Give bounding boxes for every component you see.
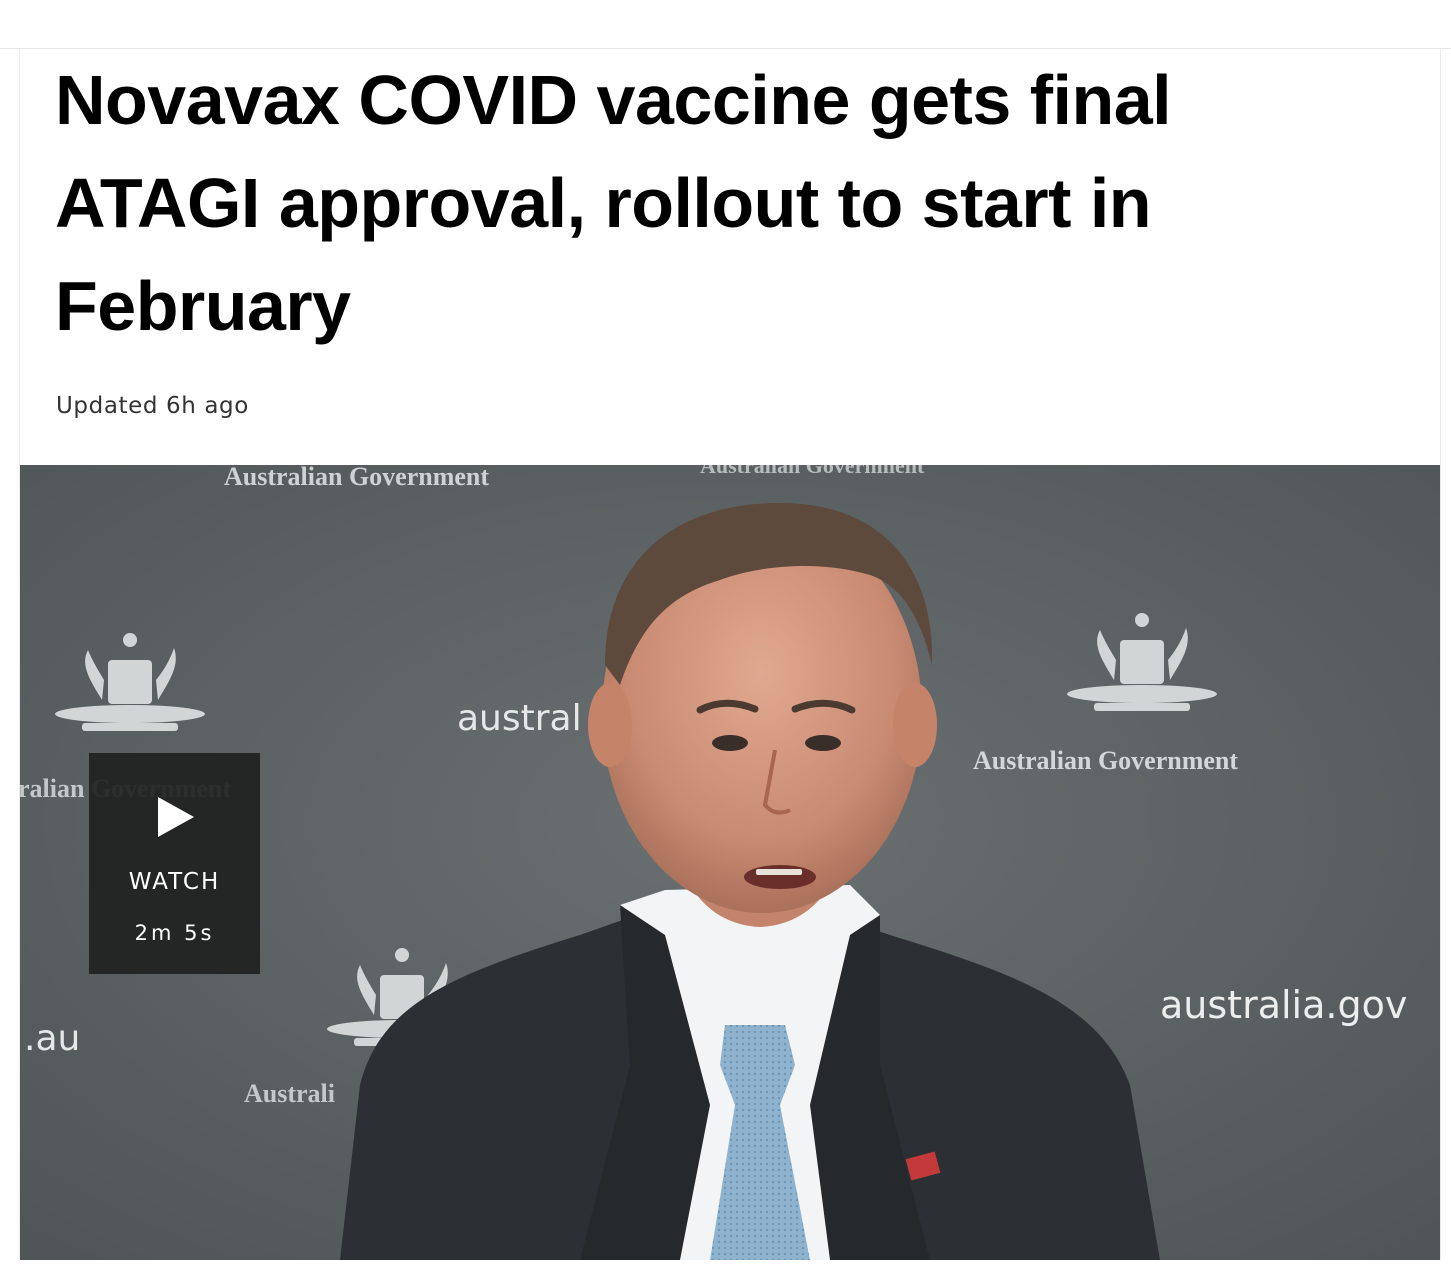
backdrop-web-text: australia.gov	[1160, 983, 1407, 1027]
video-player[interactable]: Australian Government Australian Governm…	[20, 465, 1440, 1260]
top-bar	[0, 0, 1451, 49]
watch-label: WATCH	[128, 869, 221, 895]
updated-timestamp: Updated 6h ago	[56, 393, 249, 419]
backdrop-gov-text: Australian Government	[973, 746, 1238, 775]
bottom-bar	[0, 1260, 1451, 1273]
backdrop-gov-text: Australian Government	[224, 465, 489, 491]
video-duration: 2m 5s	[134, 921, 215, 945]
backdrop-gov-text: Australian Government	[700, 465, 925, 478]
backdrop-web-text: .au	[24, 1018, 80, 1059]
backdrop-web-text: austral	[457, 698, 582, 739]
page: Novavax COVID vaccine gets final ATAGI a…	[0, 0, 1451, 1273]
play-icon	[158, 797, 194, 837]
watch-video-button[interactable]: WATCH 2m 5s	[89, 753, 260, 974]
backdrop-gov-text: Australi	[244, 1079, 335, 1108]
article-headline: Novavax COVID vaccine gets final ATAGI a…	[55, 61, 1172, 345]
article-card: Novavax COVID vaccine gets final ATAGI a…	[19, 49, 1441, 1260]
